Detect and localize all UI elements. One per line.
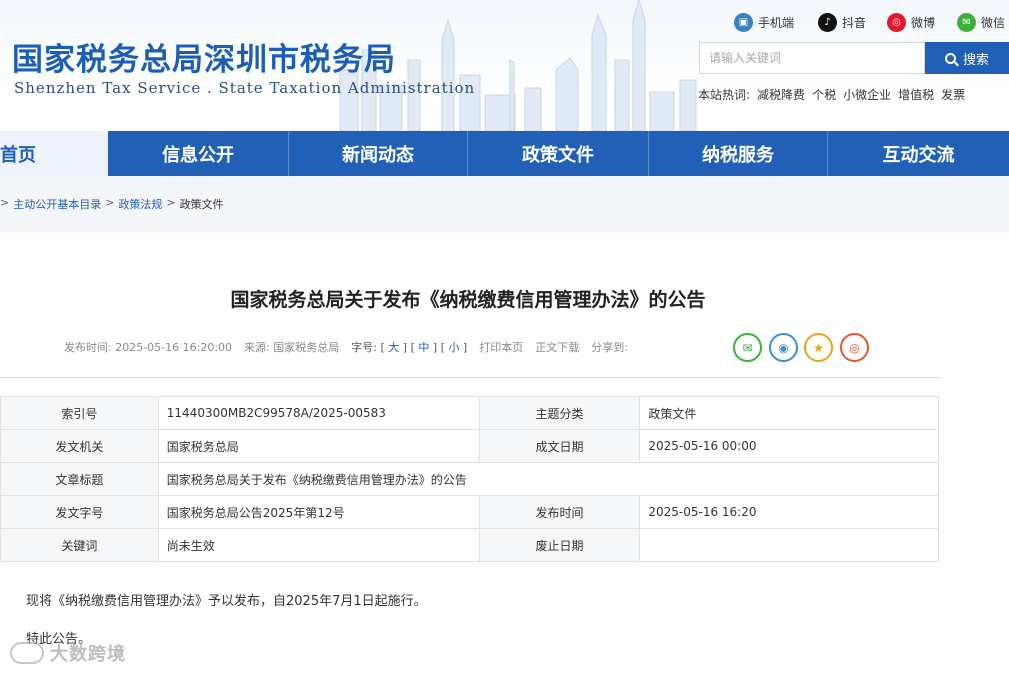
nav-item-label: 新闻动态 bbox=[342, 144, 414, 166]
site-subtitle: Shenzhen Tax Service . State Taxation Ad… bbox=[14, 79, 476, 97]
hot-keyword[interactable]: 发票 bbox=[941, 86, 965, 103]
table-label: 发文字号 bbox=[0, 495, 159, 529]
mobile-icon: ▣ bbox=[734, 12, 753, 32]
search-button[interactable]: 搜索 bbox=[925, 42, 1009, 74]
breadcrumb-separator: > bbox=[105, 196, 115, 209]
wechat-share-icon[interactable]: ✉ bbox=[733, 333, 762, 362]
qzone-share-icon[interactable]: ★ bbox=[804, 333, 833, 362]
qq-share-icon[interactable]: ◉ bbox=[769, 333, 798, 362]
share-label: 分享到: bbox=[591, 341, 628, 354]
breadcrumb-item[interactable]: 主动公开基本目录 bbox=[13, 196, 101, 212]
download-button[interactable]: 正文下载 bbox=[535, 339, 579, 355]
table-label: 文章标题 bbox=[0, 462, 159, 496]
meta-divider bbox=[0, 377, 940, 378]
table-label: 索引号 bbox=[0, 396, 159, 430]
table-label: 主题分类 bbox=[478, 396, 641, 430]
table-label: 关键词 bbox=[0, 528, 159, 562]
breadcrumb-current[interactable]: 政策文件 bbox=[180, 196, 224, 212]
search-input[interactable] bbox=[699, 42, 925, 74]
nav-item-label: 互动交流 bbox=[882, 144, 955, 166]
social-mobile-label: 手机端 bbox=[758, 15, 795, 30]
social-weibo-link[interactable]: ◎ 微博 bbox=[887, 12, 935, 32]
social-mobile-link[interactable]: ▣ 手机端 bbox=[734, 12, 794, 32]
watermark: 大数跨境 bbox=[10, 640, 126, 666]
font-size-large-button[interactable]: 大 bbox=[388, 341, 399, 354]
document-info-table: 索引号 11440300MB2C99578A/2025-00583 主题分类 政… bbox=[0, 396, 940, 562]
publish-time-value: 2025-05-16 16:20:00 bbox=[115, 341, 233, 354]
table-value: 2025-05-16 16:20 bbox=[639, 495, 939, 529]
table-value: 2025-05-16 00:00 bbox=[639, 429, 939, 463]
table-label: 废止日期 bbox=[478, 528, 641, 562]
hot-keyword[interactable]: 小微企业 bbox=[843, 86, 891, 103]
social-douyin-link[interactable]: ♪ 抖音 bbox=[818, 12, 866, 32]
watermark-logo-icon bbox=[10, 642, 44, 664]
table-value: 国家税务总局 bbox=[157, 429, 480, 463]
weibo-share-icon[interactable]: ◎ bbox=[840, 333, 869, 362]
search-icon bbox=[944, 52, 956, 64]
print-button[interactable]: 打印本页 bbox=[479, 339, 523, 355]
table-label: 发布时间 bbox=[478, 495, 641, 529]
nav-item-interaction[interactable]: 互动交流 bbox=[828, 131, 1009, 176]
table-value: 国家税务总局公告2025年第12号 bbox=[157, 495, 480, 529]
social-wechat-link[interactable]: ✉ 微信 bbox=[957, 12, 1005, 32]
social-douyin-label: 抖音 bbox=[842, 15, 867, 30]
hot-keyword[interactable]: 增值税 bbox=[898, 86, 934, 103]
table-value: 国家税务总局关于发布《纳税缴费信用管理办法》的公告 bbox=[157, 462, 940, 496]
hot-keyword[interactable]: 个税 bbox=[812, 86, 836, 103]
article-title: 国家税务总局关于发布《纳税缴费信用管理办法》的公告 bbox=[230, 289, 706, 311]
nav-item-label: 信息公开 bbox=[162, 144, 234, 166]
table-row: 发文机关 国家税务总局 成文日期 2025-05-16 00:00 bbox=[0, 429, 939, 463]
table-value bbox=[639, 528, 939, 562]
publish-time: 发布时间: 2025-05-16 16:20:00 bbox=[64, 339, 232, 355]
font-size-label: 字号: bbox=[351, 341, 377, 354]
table-value: 政策文件 bbox=[639, 396, 939, 430]
nav-item-policy[interactable]: 政策文件 bbox=[468, 131, 648, 176]
social-wechat-label: 微信 bbox=[981, 15, 1006, 30]
publish-time-label: 发布时间: bbox=[64, 341, 112, 354]
breadcrumb-separator: > bbox=[166, 196, 176, 209]
hot-keyword[interactable]: 减税降费 bbox=[757, 86, 805, 103]
nav-item-label: 纳税服务 bbox=[702, 144, 774, 166]
table-row: 发文字号 国家税务总局公告2025年第12号 发布时间 2025-05-16 1… bbox=[0, 495, 939, 529]
nav-item-home[interactable]: 首页 bbox=[0, 131, 108, 176]
font-size-medium-button[interactable]: 中 bbox=[418, 341, 429, 354]
table-row: 关键词 尚未生效 废止日期 bbox=[0, 528, 939, 562]
article-body-paragraph: 现将《纳税缴费信用管理办法》予以发布，自2025年7月1日起施行。 bbox=[26, 594, 427, 609]
site-title[interactable]: 国家税务总局深圳市税务局 bbox=[12, 34, 396, 79]
breadcrumb: > 主动公开基本目录 > 政策法规 > 政策文件 bbox=[0, 196, 224, 212]
table-label: 发文机关 bbox=[0, 429, 159, 463]
site-header: 国家税务总局深圳市税务局 Shenzhen Tax Service . Stat… bbox=[0, 0, 1009, 131]
table-label: 成文日期 bbox=[478, 429, 641, 463]
main-nav: 首页 信息公开 新闻动态 政策文件 纳税服务 互动交流 bbox=[0, 131, 1009, 176]
douyin-icon: ♪ bbox=[818, 12, 837, 32]
weibo-icon: ◎ bbox=[887, 12, 906, 32]
nav-item-info-disclosure[interactable]: 信息公开 bbox=[108, 131, 288, 176]
breadcrumb-item[interactable]: 政策法规 bbox=[118, 196, 162, 212]
table-value: 11440300MB2C99578A/2025-00583 bbox=[157, 396, 480, 430]
breadcrumb-separator: > bbox=[0, 196, 10, 209]
source-value: 国家税务总局 bbox=[273, 341, 340, 354]
wechat-icon: ✉ bbox=[957, 12, 976, 32]
search-button-label: 搜索 bbox=[962, 52, 989, 68]
source: 来源: 国家税务总局 bbox=[244, 339, 339, 355]
hot-keywords: 本站热词: 减税降费 个税 小微企业 增值税 发票 bbox=[698, 86, 965, 103]
table-row: 文章标题 国家税务总局关于发布《纳税缴费信用管理办法》的公告 bbox=[0, 462, 940, 496]
table-value: 尚未生效 bbox=[157, 528, 480, 562]
social-weibo-label: 微博 bbox=[911, 15, 936, 30]
nav-item-news[interactable]: 新闻动态 bbox=[289, 131, 467, 176]
nav-item-label: 首页 bbox=[0, 144, 36, 166]
source-label: 来源: bbox=[244, 341, 270, 354]
font-size-small-button[interactable]: 小 bbox=[448, 341, 459, 354]
watermark-text: 大数跨境 bbox=[50, 644, 126, 665]
table-row: 索引号 11440300MB2C99578A/2025-00583 主题分类 政… bbox=[0, 396, 939, 430]
hot-keywords-label: 本站热词: bbox=[698, 88, 751, 102]
article-meta: 发布时间: 2025-05-16 16:20:00 来源: 国家税务总局 字号:… bbox=[64, 339, 628, 355]
font-size-control: 字号: [ 大 ] [ 中 ] [ 小 ] bbox=[351, 341, 468, 354]
nav-item-label: 政策文件 bbox=[522, 144, 594, 166]
nav-item-tax-service[interactable]: 纳税服务 bbox=[649, 131, 827, 176]
